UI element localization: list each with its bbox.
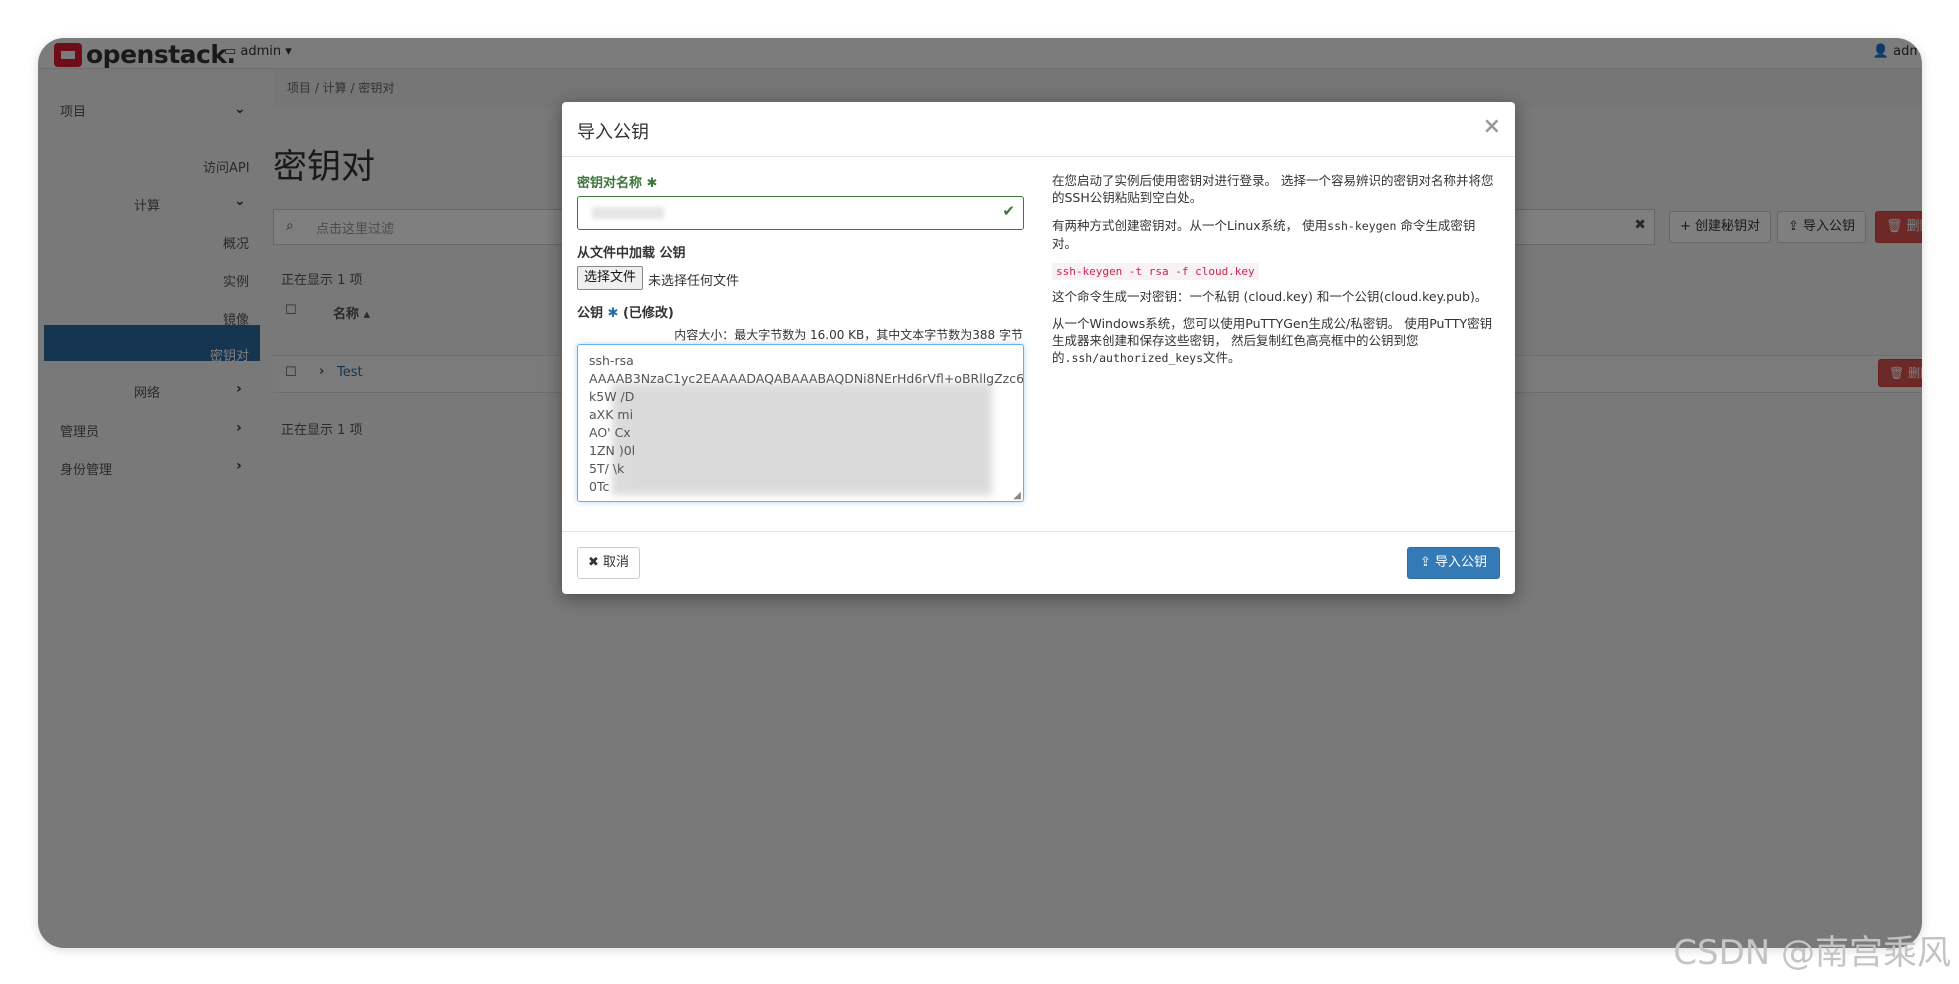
key-line: aXK mi bbox=[589, 407, 634, 422]
close-icon[interactable]: × bbox=[1483, 114, 1501, 139]
resize-handle-icon[interactable]: ◢ bbox=[1013, 490, 1021, 501]
keypair-name-label: 密钥对名称 ✱ bbox=[577, 176, 658, 191]
keygen-command-code: ssh-keygen -t rsa -f cloud.key bbox=[1052, 263, 1259, 280]
key-line: ssh-rsa bbox=[589, 353, 634, 368]
modal-header: 导入公钥 × bbox=[562, 102, 1515, 157]
public-key-label: 公钥 ✱ (已修改) bbox=[577, 306, 674, 321]
public-key-textarea[interactable]: ssh-rsa AAAAB3NzaC1yc2EAAAADAQABAAABAQDN… bbox=[577, 344, 1024, 502]
required-asterisk-icon: ✱ bbox=[607, 306, 619, 321]
redacted-name-value bbox=[592, 207, 664, 219]
upload-icon: ⇪ bbox=[1419, 555, 1435, 570]
import-public-key-button[interactable]: ⇪ 导入公钥 bbox=[1406, 547, 1500, 579]
cancel-button[interactable]: ✖ 取消 bbox=[577, 547, 641, 579]
help-paragraph-2: 有两种方式创建密钥对。从一个Linux系统， 使用ssh-keygen 命令生成… bbox=[1052, 218, 1476, 251]
key-line: k5W /D bbox=[589, 389, 635, 404]
help-paragraph-4: 从一个Windows系统，您可以使用PuTTYGen生成公/私密钥。 使用PuT… bbox=[1052, 316, 1493, 365]
keypair-name-input[interactable]: ✔ bbox=[577, 196, 1024, 230]
close-icon: ✖ bbox=[588, 555, 604, 570]
help-paragraph-1: 在您启动了实例后使用密钥对进行登录。 选择一个容易辨识的密钥对名称并将您的SSH… bbox=[1052, 173, 1494, 205]
modal-title: 导入公钥 bbox=[577, 122, 649, 143]
help-command: ssh-keygen -t rsa -f cloud.key bbox=[1052, 262, 1497, 280]
modal-footer: ✖ 取消 ⇪ 导入公钥 bbox=[562, 531, 1515, 594]
no-file-text: 未选择任何文件 bbox=[648, 274, 740, 289]
browser-frame: openstack. ▭ admin ▾ 👤 adm 项目 ⌄ 访问API 计算… bbox=[38, 38, 1922, 948]
key-line: 1ZN )0l bbox=[589, 443, 636, 458]
required-asterisk-icon: ✱ bbox=[646, 176, 658, 191]
check-icon: ✔ bbox=[1002, 202, 1015, 220]
key-line: 5T/ \k bbox=[589, 461, 625, 476]
content-size-hint: 内容大小：最大字节数为 16.00 KB，其中文本字节数为388 字节 bbox=[674, 328, 1023, 342]
key-line: 0Tc bbox=[589, 479, 610, 494]
import-key-modal: 导入公钥 × 密钥对名称 ✱ ✔ 从文件中加载 公钥 选择文件 未选择任何文件 … bbox=[562, 102, 1515, 594]
choose-file-button[interactable]: 选择文件 bbox=[577, 266, 644, 290]
help-paragraph-3: 这个命令生成一对密钥：一个私钥 (cloud.key) 和一个公钥(cloud.… bbox=[1052, 289, 1488, 304]
key-line: AAAAB3NzaC1yc2EAAAADAQABAAABAQDNi8NErHd6… bbox=[589, 371, 1024, 386]
key-line: AO' Cx bbox=[589, 425, 631, 440]
file-load-label: 从文件中加载 公钥 bbox=[577, 246, 686, 261]
redacted-key-blur bbox=[612, 383, 992, 495]
csdn-watermark: CSDN @南宫乘风 bbox=[1673, 933, 1951, 973]
